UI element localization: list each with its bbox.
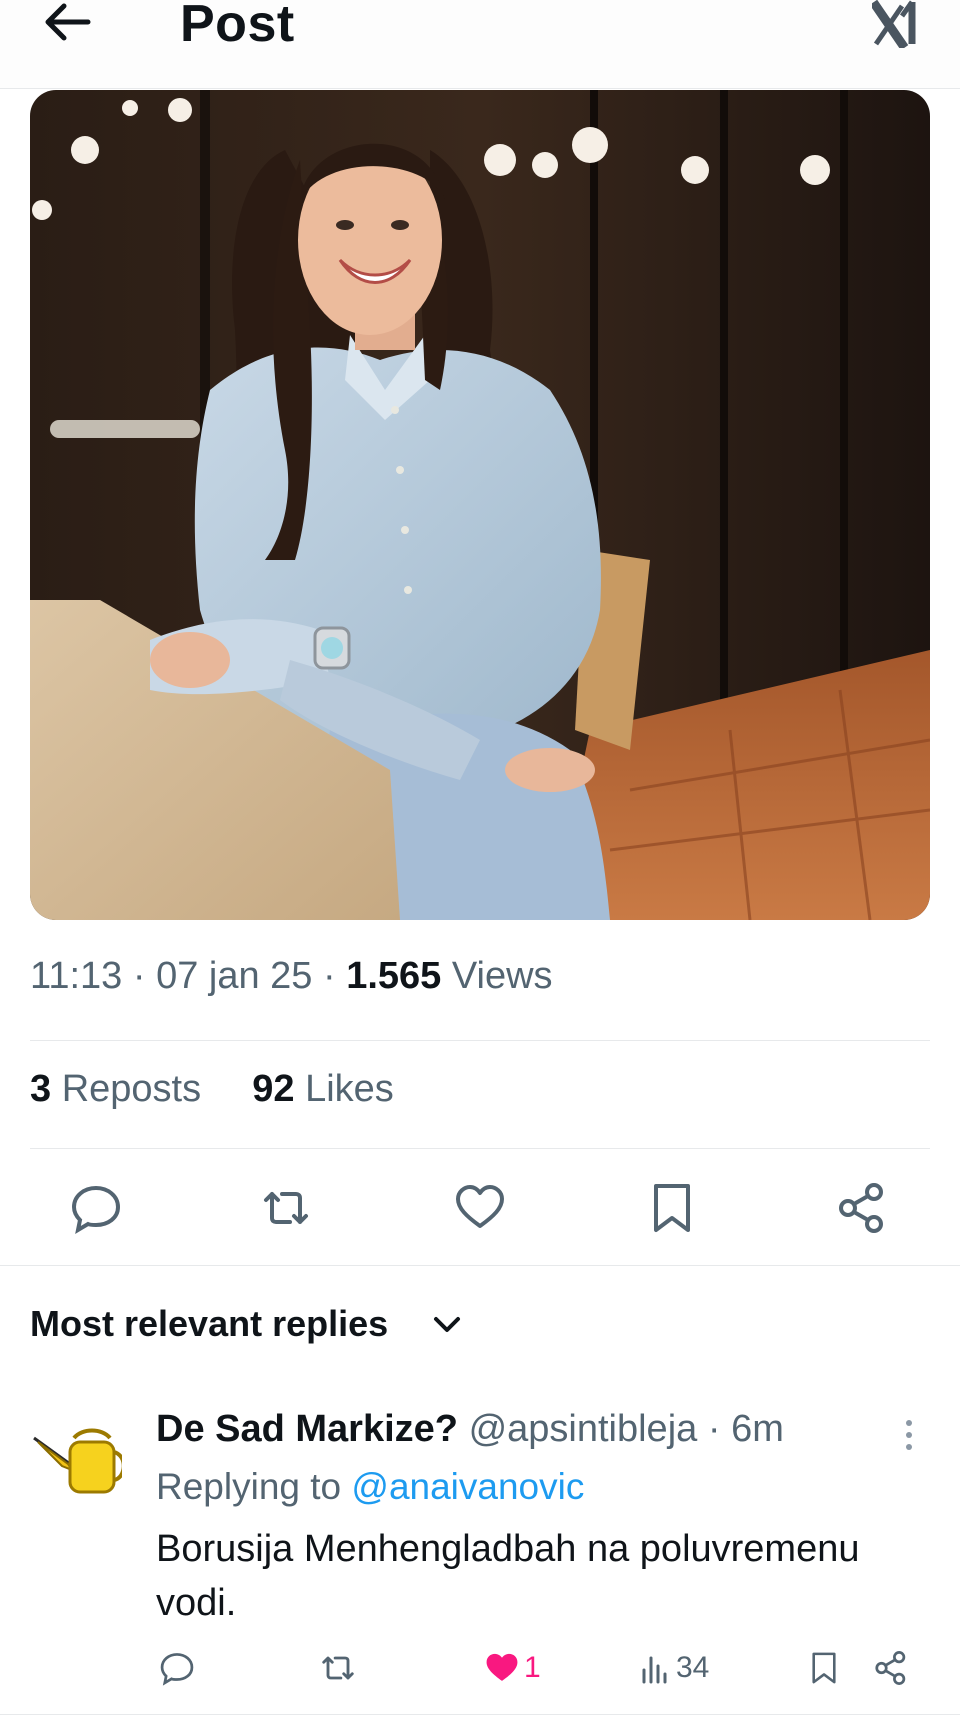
arrow-left-icon[interactable] [44,2,96,42]
divider [0,1265,960,1266]
divider [0,1714,960,1715]
views-label[interactable]: Views [452,955,553,997]
x-logo-icon[interactable] [872,0,924,48]
meta-separator: · [707,1408,732,1450]
reply-like-count: 1 [524,1651,541,1684]
share-icon[interactable] [834,1180,890,1236]
top-bar: Post [0,0,960,89]
page-title: Post [180,0,295,53]
divider [30,1148,930,1149]
post-meta: 11:13 · 07 jan 25 · 1.565 Views [30,955,553,998]
reply-icon[interactable] [68,1180,124,1236]
reposts-count[interactable]: 3 [30,1068,51,1110]
reply-handle[interactable]: @apsintibleja [469,1408,698,1450]
reply-age: 6m [731,1408,784,1450]
replies-sort-label[interactable]: Most relevant replies [30,1303,388,1345]
reply-reply-button[interactable] [158,1648,196,1688]
reply-views-count: 34 [676,1651,710,1684]
replying-to: Replying to @anaivanovic [156,1466,584,1508]
chevron-down-icon[interactable] [432,1314,462,1336]
divider [30,1040,930,1041]
reply-repost-button[interactable] [318,1648,358,1688]
reply-views-button[interactable]: 34 [640,1648,709,1688]
reply-action-bar: 1 34 [0,1648,960,1688]
bookmark-icon [812,1652,836,1684]
reply-share-button[interactable] [872,1648,910,1688]
post-image[interactable] [30,90,930,920]
reposts-label[interactable]: Reposts [62,1068,201,1110]
reply-header: De Sad Markize? @apsintibleja · 6m [156,1408,784,1451]
like-icon[interactable] [452,1180,508,1236]
likes-label[interactable]: Likes [305,1068,394,1110]
meta-separator: · [323,955,347,997]
avatar[interactable] [32,1420,122,1500]
replying-prefix: Replying to [156,1466,342,1507]
post-stats: 3 Reposts 92 Likes [30,1068,394,1111]
reply-icon [160,1653,194,1686]
reply-like-button[interactable]: 1 [484,1648,541,1688]
reply-text: Borusija Menhengladbah na poluvremenu vo… [156,1528,860,1624]
likes-count[interactable]: 92 [252,1068,294,1110]
post-date: 07 jan 25 [156,955,313,997]
share-icon [875,1651,906,1685]
repost-icon[interactable] [258,1180,314,1236]
replying-to-handle[interactable]: @anaivanovic [351,1466,584,1507]
post-time: 11:13 [30,955,123,997]
post-action-bar [0,1180,960,1236]
analytics-icon [642,1656,667,1684]
reply-display-name[interactable]: De Sad Markize? [156,1408,458,1450]
reply-bookmark-button[interactable] [806,1648,842,1688]
views-count: 1.565 [346,955,442,997]
like-filled-icon [486,1653,518,1681]
meta-separator: · [132,955,157,997]
bookmark-icon[interactable] [644,1180,700,1236]
more-options-icon[interactable] [902,1418,916,1452]
repost-icon [322,1656,354,1680]
